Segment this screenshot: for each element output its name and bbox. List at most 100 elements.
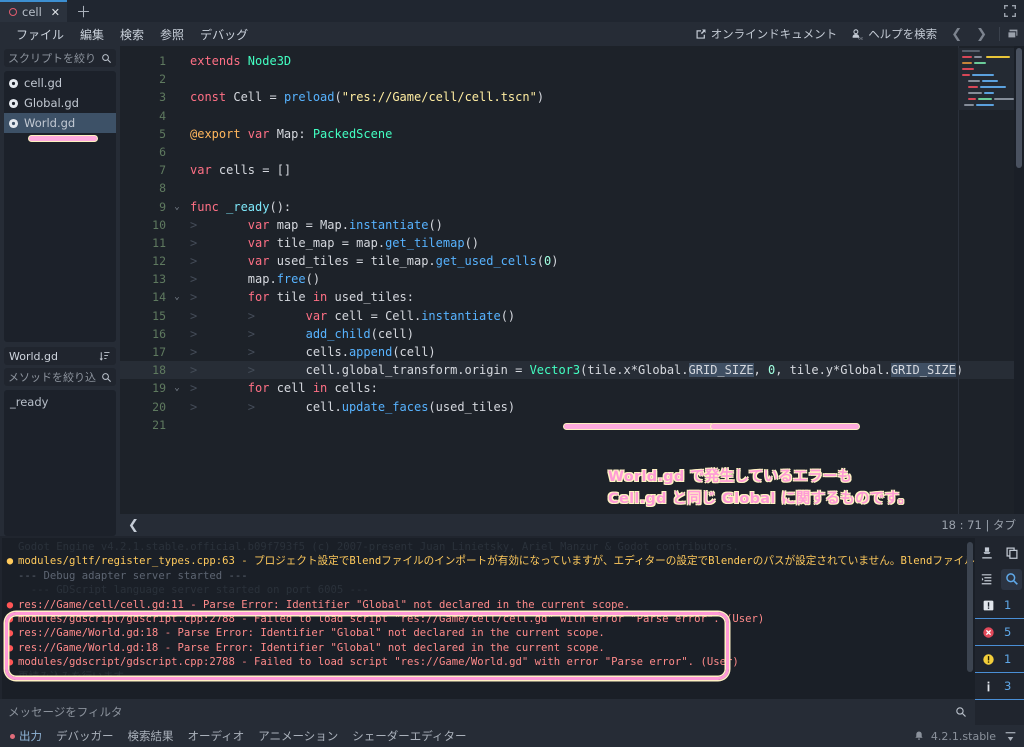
script-item-global[interactable]: Global.gd [4,93,116,113]
code-line[interactable]: 19 ⌄ > for cell in cells: [120,379,1024,397]
fold-arrow-icon[interactable]: ⌄ [172,288,182,306]
clear-output-button[interactable] [977,543,998,564]
tab-search-results[interactable]: 検索結果 [128,728,174,744]
search-output-button[interactable] [1001,568,1023,590]
code-line[interactable]: 2 [120,70,1024,88]
code-line[interactable]: 11 > var tile_map = map.get_tilemap() [120,234,1024,252]
code-line[interactable]: 17 > > cells.append(cell) [120,343,1024,361]
clear-output-icon [982,547,992,559]
editor-scrollbar-thumb[interactable] [1016,48,1022,168]
menu-search[interactable]: 検索 [112,24,152,45]
line-number: 4 [159,108,166,123]
output-log-line[interactable]: ● modules/gltf/register_types.cpp:63 - プロ… [2,554,975,568]
output-log-line[interactable]: --- Debug adapter server started --- [2,569,975,583]
counter-editor-messages[interactable]: 3 [975,673,1024,700]
menu-goto[interactable]: 参照 [152,24,192,45]
counter-messages[interactable]: 1 [975,592,1024,619]
code-line[interactable]: 7 var cells = [] [120,161,1024,179]
code-line[interactable]: 12 > var used_tiles = tile_map.get_used_c… [120,252,1024,270]
online-docs-button[interactable]: オンラインドキュメント [689,24,844,44]
close-icon[interactable]: ✕ [51,7,60,18]
output-log-line[interactable]: Godot Engine v4.2.1.stable.official.b09f… [2,540,975,554]
script-filter-input[interactable]: スクリプトを絞り [4,49,116,67]
menu-edit[interactable]: 編集 [72,24,112,45]
code-minimap[interactable] [958,48,1022,110]
output-log-line[interactable]: ● res://Game/cell/cell.gd:11 - Parse Erro… [2,598,975,612]
counter-warnings[interactable]: 1 [975,646,1024,673]
code-line[interactable]: 9 ⌄ func _ready(): [120,198,1024,216]
log-bullet-icon: ● [6,555,14,568]
scene-tab-cell[interactable]: cell ✕ [0,0,68,22]
code-line[interactable]: 15 > > var cell = Cell.instantiate() [120,307,1024,325]
output-filter-bar[interactable]: メッセージをフィルタ [0,699,975,725]
window-float-icon[interactable] [1006,27,1020,41]
code-line[interactable]: 3 const Cell = preload("res://Game/cell/c… [120,88,1024,106]
script-item-world[interactable]: World.gd [4,113,116,133]
search-help-button[interactable]: oc ヘルプを検索 [845,24,943,44]
code-line[interactable]: 10 > var map = Map.instantiate() [120,216,1024,234]
search-icon[interactable] [955,706,967,718]
sort-icon[interactable] [99,350,111,362]
expand-icon[interactable] [1002,3,1018,19]
minimap-line [974,56,982,58]
copy-output-button[interactable] [1001,543,1022,564]
script-item-cell[interactable]: cell.gd [4,73,116,93]
script-list[interactable]: cell.gd Global.gd World.gd [4,71,116,342]
bell-icon[interactable] [913,730,925,742]
log-text: modules/gdscript/gdscript.cpp:2788 - Fai… [18,656,739,669]
minimap-line [968,80,980,82]
method-item[interactable]: _ready [4,393,116,411]
code-editor[interactable]: 1 extends Node3D 2 3 const Cell = preload("r… [120,46,1024,514]
code-line[interactable]: 13 > map.free() [120,270,1024,288]
menu-debug[interactable]: デバッグ [192,24,256,45]
log-bullet-icon: ● [6,598,14,611]
expand-bottom-icon[interactable] [1004,730,1017,743]
output-log-line[interactable]: 再読み込みを行います [2,670,975,684]
log-text: --- Debug adapter server started --- [18,569,248,582]
chevron-right-icon[interactable]: ❯ [970,27,993,42]
collapse-lines-button[interactable] [977,569,998,590]
log-text: --- GDScript language server started on … [18,584,369,597]
output-log-line[interactable]: --- GDScript language server started on … [2,583,975,597]
code-line[interactable]: 4 [120,107,1024,125]
menu-file[interactable]: ファイル [8,24,72,45]
output-log-line[interactable]: ● modules/gdscript/gdscript.cpp:2788 - Fa… [2,655,975,669]
tab-shader-editor[interactable]: シェーダーエディター [352,728,466,744]
fold-arrow-icon[interactable]: ⌄ [172,379,182,397]
tab-audio[interactable]: オーディオ [188,728,245,744]
line-number: 11 [152,235,166,250]
output-log-line[interactable]: ● res://Game/World.gd:18 - Parse Error: I… [2,641,975,655]
minimap-line [994,98,1014,100]
output-log[interactable]: Godot Engine v4.2.1.stable.official.b09f… [2,538,975,699]
code-line[interactable]: 5 @export var Map: PackedScene [120,125,1024,143]
code-line[interactable]: 16 > > add_child(cell) [120,325,1024,343]
output-log-line[interactable]: ● modules/gdscript/gdscript.cpp:2788 - Fa… [2,612,975,626]
code-line[interactable]: 18 > > cell.global_transform.origin = Vec… [120,361,1024,380]
method-filter-input[interactable]: メソッドを絞り込 [4,368,116,386]
output-log-line[interactable]: ● res://Game/World.gd:18 - Parse Error: I… [2,626,975,640]
counter-errors[interactable]: 5 [975,619,1024,646]
collapse-sidebar-button[interactable]: ❮ [128,518,139,533]
code-line[interactable]: 6 [120,143,1024,161]
tab-debugger[interactable]: デバッガー [56,728,114,744]
code-line[interactable]: 8 [120,179,1024,197]
minimap-line [978,98,992,100]
tab-animation[interactable]: アニメーション [258,728,338,744]
indent-mode[interactable]: タブ [993,518,1016,532]
output-scrollbar-thumb[interactable] [967,542,973,672]
code-line[interactable]: 14 ⌄ > for tile in used_tiles: [120,288,1024,306]
line-number: 1 [159,54,166,68]
code-line-content: > for cell in cells: [190,381,378,396]
editor-scrollbar[interactable] [1014,46,1024,514]
method-list[interactable]: _ready [4,390,116,536]
version-label: 4.2.1.stable [930,729,996,743]
code-line[interactable]: 20 > > cell.update_faces(used_tiles) [120,398,1024,416]
chevron-left-icon[interactable]: ❮ [945,27,968,42]
code-line[interactable]: 1 extends Node3D [120,52,1024,70]
fold-arrow-icon[interactable]: ⌄ [172,198,182,216]
tab-output[interactable]: 出力 [10,728,42,744]
new-tab-button[interactable]: ＋ [67,2,100,22]
script-item-label: cell.gd [24,76,63,90]
